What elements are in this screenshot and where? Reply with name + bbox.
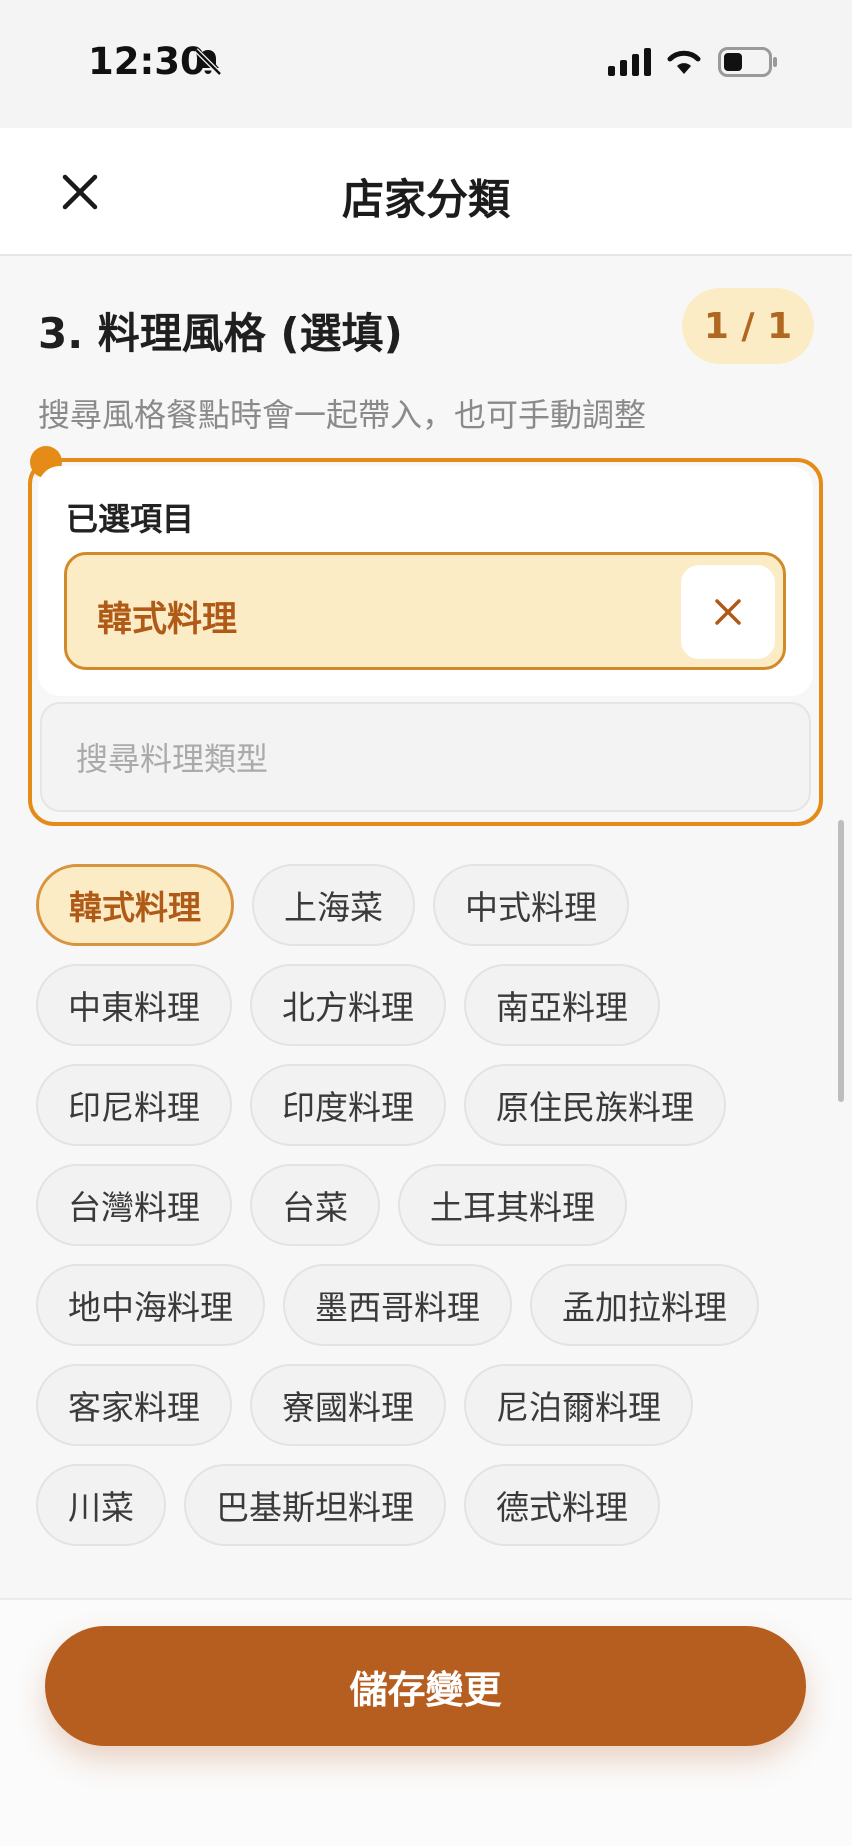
search-placeholder: 搜尋料理類型 xyxy=(76,740,269,778)
cuisine-chip[interactable]: 韓式料理 xyxy=(36,864,234,946)
cuisine-chip[interactable]: 孟加拉料理 xyxy=(530,1264,759,1346)
cuisine-chip-list: 韓式料理 上海菜 中式料理 中東料理 北方料理 南亞料理 印尼料理 印度料理 原住民族料理 台灣料… xyxy=(36,864,816,1600)
chip-row: 地中海料理 墨西哥料理 孟加拉料理 xyxy=(36,1264,816,1346)
cuisine-chip[interactable]: 墨西哥料理 xyxy=(283,1264,512,1346)
chip-row: 韓式料理 上海菜 中式料理 xyxy=(36,864,816,946)
cuisine-chip[interactable]: 北方料理 xyxy=(250,964,446,1046)
section-subtitle: 搜尋風格餐點時會一起帶入，也可手動調整 xyxy=(38,396,647,434)
cuisine-chip[interactable]: 尼泊爾料理 xyxy=(464,1364,693,1446)
cuisine-chip[interactable]: 川菜 xyxy=(36,1464,166,1546)
cuisine-chip[interactable]: 印尼料理 xyxy=(36,1064,232,1146)
cuisine-chip[interactable]: 台菜 xyxy=(250,1164,380,1246)
step-badge: 1 / 1 xyxy=(682,288,814,364)
bell-slash-icon xyxy=(194,48,222,76)
scrollbar[interactable] xyxy=(838,820,844,1102)
signal-icon xyxy=(608,48,651,76)
battery-icon xyxy=(718,47,777,77)
status-time: 12:30 xyxy=(88,40,206,83)
cuisine-chip[interactable]: 土耳其料理 xyxy=(398,1164,627,1246)
cuisine-chip[interactable]: 中東料理 xyxy=(36,964,232,1046)
close-icon xyxy=(715,599,741,625)
save-button[interactable]: 儲存變更 xyxy=(45,1626,806,1746)
cuisine-chip[interactable]: 南亞料理 xyxy=(464,964,660,1046)
cuisine-chip[interactable]: 中式料理 xyxy=(433,864,629,946)
search-input[interactable]: 搜尋料理類型 xyxy=(40,702,811,812)
cuisine-chip[interactable]: 上海菜 xyxy=(252,864,415,946)
chip-row: 川菜 巴基斯坦料理 德式料理 xyxy=(36,1464,816,1546)
selected-chip: 韓式料理 xyxy=(64,552,786,670)
cuisine-chip[interactable]: 印度料理 xyxy=(250,1064,446,1146)
remove-selected-button[interactable] xyxy=(681,565,775,659)
cuisine-chip[interactable]: 地中海料理 xyxy=(36,1264,265,1346)
chip-row: 印尼料理 印度料理 原住民族料理 xyxy=(36,1064,816,1146)
selected-label: 已選項目 xyxy=(66,500,195,538)
selected-chip-label: 韓式料理 xyxy=(97,600,238,640)
cuisine-chip[interactable]: 巴基斯坦料理 xyxy=(184,1464,446,1546)
cuisine-chip[interactable]: 原住民族料理 xyxy=(464,1064,726,1146)
chip-row: 台灣料理 台菜 土耳其料理 xyxy=(36,1164,816,1246)
section-title: 3. 料理風格 (選填) xyxy=(38,309,403,358)
status-bar: 12:30 xyxy=(0,0,852,128)
cuisine-chip[interactable]: 台灣料理 xyxy=(36,1164,232,1246)
cuisine-chip[interactable]: 客家料理 xyxy=(36,1364,232,1446)
chip-row: 中東料理 北方料理 南亞料理 xyxy=(36,964,816,1046)
chip-row: 客家料理 寮國料理 尼泊爾料理 xyxy=(36,1364,816,1446)
page-title: 店家分類 xyxy=(341,175,510,224)
cuisine-chip[interactable]: 寮國料理 xyxy=(250,1364,446,1446)
wifi-icon xyxy=(667,50,701,74)
cuisine-chip[interactable]: 德式料理 xyxy=(464,1464,660,1546)
